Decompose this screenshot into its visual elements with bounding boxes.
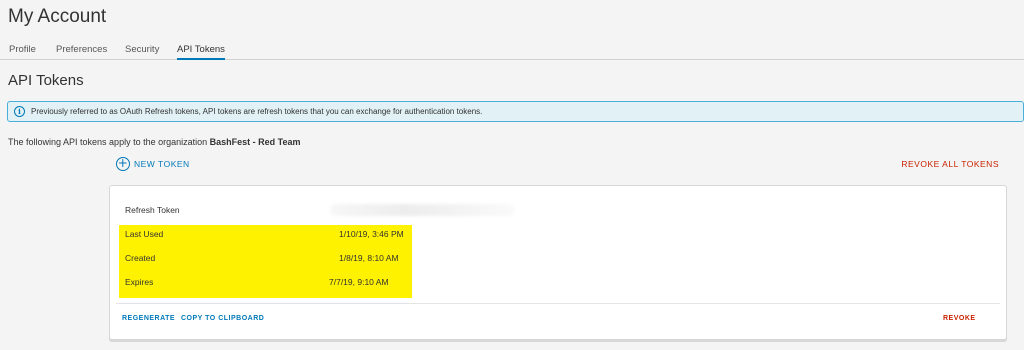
card-divider — [116, 303, 1000, 304]
refresh-token-value-redacted — [330, 204, 515, 216]
organization-name: BashFest - Red Team — [209, 137, 301, 147]
organization-prefix: The following API tokens apply to the or… — [8, 137, 208, 147]
info-banner: i Previously referred to as OAuth Refres… — [7, 101, 1024, 122]
tab-api-tokens[interactable]: API Tokens — [177, 44, 225, 60]
expires-value: 7/7/19, 9:10 AM — [329, 277, 389, 287]
expires-label: Expires — [125, 277, 154, 287]
info-banner-text: Previously referred to as OAuth Refresh … — [31, 107, 483, 116]
page-title: My Account — [8, 6, 107, 27]
created-label: Created — [125, 253, 156, 263]
account-tabs: Profile Preferences Security API Tokens — [0, 40, 1024, 60]
plus-circle-icon: + — [116, 156, 130, 171]
tab-profile[interactable]: Profile — [9, 44, 36, 60]
last-used-label: Last Used — [125, 229, 164, 239]
organization-line: The following API tokens apply to the or… — [8, 137, 301, 147]
token-card: Refresh Token Last Used 1/10/19, 3:46 PM… — [109, 185, 1007, 340]
new-token-button[interactable]: + NEW TOKEN — [116, 157, 190, 171]
section-title: API Tokens — [8, 72, 84, 89]
regenerate-button[interactable]: REGENERATE — [122, 315, 175, 322]
tab-security[interactable]: Security — [125, 44, 159, 60]
last-used-value: 1/10/19, 3:46 PM — [339, 229, 404, 239]
refresh-token-label: Refresh Token — [125, 205, 180, 215]
copy-to-clipboard-button[interactable]: COPY TO CLIPBOARD — [181, 315, 264, 322]
new-token-label: NEW TOKEN — [134, 159, 190, 169]
tab-preferences[interactable]: Preferences — [56, 44, 107, 60]
info-icon: i — [14, 106, 25, 117]
revoke-all-tokens-button[interactable]: REVOKE ALL TOKENS — [901, 159, 999, 169]
revoke-button[interactable]: REVOKE — [943, 315, 976, 322]
created-value: 1/8/19, 8:10 AM — [339, 253, 399, 263]
